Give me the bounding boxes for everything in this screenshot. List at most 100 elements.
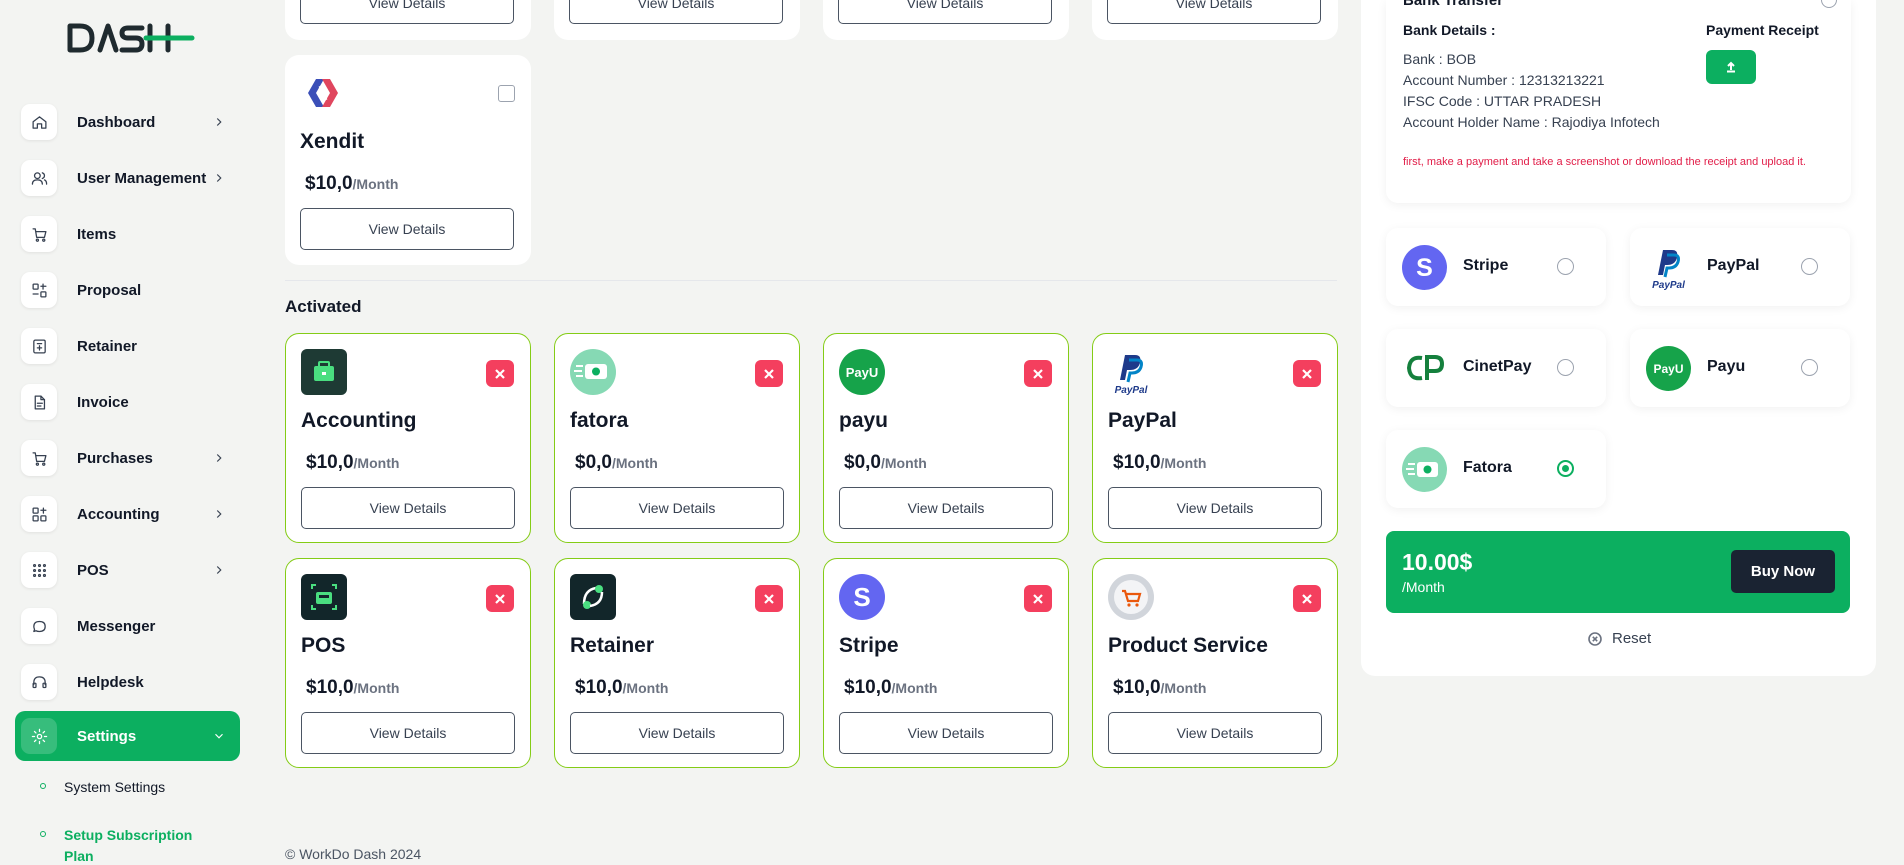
upload-icon [1727,61,1735,73]
sidebar-item-settings[interactable]: Settings [15,711,240,761]
addon-title: Product Service [1108,634,1268,657]
payment-method-cinetpay[interactable]: CinetPay [1386,329,1606,407]
sidebar-item-invoice[interactable]: Invoice [15,378,240,426]
sidebar-item-label: Settings [77,727,137,745]
chevron-right-icon [212,563,226,577]
activated-card-payu: PayU payu $0,0/Month View Details [823,333,1069,543]
addon-title: POS [301,634,346,657]
view-details-button[interactable]: View Details [1108,712,1322,754]
deactivate-button[interactable] [1293,585,1321,612]
sidebar-item-accounting[interactable]: Accounting [15,490,240,538]
reset-button[interactable]: Reset [1588,630,1651,647]
select-checkbox[interactable] [498,85,515,102]
close-icon [1033,368,1043,379]
payment-method-radio[interactable] [1557,258,1574,275]
view-details-button[interactable]: View Details [839,487,1053,529]
view-details-button[interactable]: View Details [301,712,515,754]
deactivate-button[interactable] [1024,585,1052,612]
sidebar-item-purchases[interactable]: Purchases [15,434,240,482]
svg-text:S: S [853,582,870,612]
addon-price: $10,0/Month [1113,677,1207,698]
chevron-right-icon [212,115,226,129]
payment-method-fatora[interactable]: Fatora [1386,430,1606,508]
sidebar-item-messenger[interactable]: Messenger [15,602,240,650]
payment-method-stripe[interactable]: S Stripe [1386,228,1606,306]
svg-text:S: S [1416,254,1433,282]
payment-method-payu[interactable]: PayU Payu [1630,329,1850,407]
addon-card-partial: View Details [1092,0,1338,40]
activated-card-product-service: Product Service $10,0/Month View Details [1092,558,1338,768]
payment-method-name: Stripe [1463,257,1509,274]
sidebar-item-label: Dashboard [77,113,156,131]
view-details-button[interactable]: View Details [569,0,783,24]
view-details-button[interactable]: View Details [1107,0,1321,24]
view-details-button[interactable]: View Details [1108,487,1322,529]
sidebar-item-label: Messenger [77,617,156,635]
sidebar-item-helpdesk[interactable]: Helpdesk [15,658,240,706]
deactivate-button[interactable] [1293,360,1321,387]
view-details-button[interactable]: View Details [839,712,1053,754]
bank-transfer-box: Bank Transfer Bank Details : Bank : BOB … [1386,0,1851,203]
payment-method-radio[interactable] [1557,460,1574,477]
upload-receipt-button[interactable] [1706,50,1756,84]
payment-method-radio[interactable] [1557,359,1574,376]
payu-icon: PayU [1646,346,1691,391]
home-icon [21,104,57,140]
view-details-button[interactable]: View Details [570,712,784,754]
buy-now-button[interactable]: Buy Now [1731,550,1835,593]
sidebar-item-items[interactable]: Items [15,210,240,258]
deactivate-button[interactable] [1024,360,1052,387]
sidebar-item-proposal[interactable]: Proposal [15,266,240,314]
total-amount: 10.00$ [1402,549,1473,575]
activated-section-title: Activated [285,297,362,316]
svg-text:PayPal: PayPal [1652,280,1685,290]
sidebar-item-pos[interactable]: POS [15,546,240,594]
deactivate-button[interactable] [755,360,783,387]
bank-details-heading: Bank Details : [1403,22,1496,38]
chat-icon [21,608,57,644]
retainer-icon [21,328,57,364]
payment-method-radio[interactable] [1801,359,1818,376]
cinetpay-icon [1402,346,1447,391]
proposal-icon [21,272,57,308]
sidebar-subitem-setup-subscription-plan[interactable]: Setup Subscription Plan [40,825,214,865]
close-icon [495,593,505,604]
svg-text:PayU: PayU [846,365,879,380]
addon-title: Xendit [300,130,365,153]
deactivate-button[interactable] [755,585,783,612]
payment-method-radio[interactable] [1801,258,1818,275]
sidebar-item-label: Helpdesk [77,673,144,691]
close-icon [1302,368,1312,379]
addon-price: $10,0/Month [1113,452,1207,473]
sidebar-item-user-management[interactable]: User Management [15,154,240,202]
deactivate-button[interactable] [486,360,514,387]
payment-note: first, make a payment and take a screens… [1403,156,1806,168]
sidebar-subitem-system-settings[interactable]: System Settings [40,777,165,798]
deactivate-button[interactable] [486,585,514,612]
sidebar-item-retainer[interactable]: Retainer [15,322,240,370]
xendit-icon [300,70,346,116]
addon-card-partial: View Details [554,0,800,40]
view-details-button[interactable]: View Details [838,0,1052,24]
close-circle-icon [1588,631,1602,646]
chevron-down-icon [212,729,226,743]
bullet-icon [40,831,46,837]
activated-card-accounting: Accounting $10,0/Month View Details [285,333,531,543]
activated-card-stripe: S Stripe $10,0/Month View Details [823,558,1069,768]
view-details-button[interactable]: View Details [300,208,514,250]
sidebar-item-dashboard[interactable]: Dashboard [15,98,240,146]
addon-card-xendit: Xendit $10,0/Month View Details [285,55,531,265]
addon-title: PayPal [1108,409,1177,432]
close-icon [764,368,774,379]
svg-text:PayU: PayU [1653,362,1683,376]
sidebar-item-label: User Management [77,169,207,187]
bank-transfer-title: Bank Transfer [1403,0,1504,9]
sidebar-item-label: POS [77,561,109,579]
activated-card-retainer: Retainer $10,0/Month View Details [554,558,800,768]
dash-logo[interactable] [66,20,196,56]
bank-transfer-radio[interactable] [1821,0,1837,8]
view-details-button[interactable]: View Details [300,0,514,24]
view-details-button[interactable]: View Details [570,487,784,529]
payment-method-paypal[interactable]: PayPal PayPal [1630,228,1850,306]
view-details-button[interactable]: View Details [301,487,515,529]
